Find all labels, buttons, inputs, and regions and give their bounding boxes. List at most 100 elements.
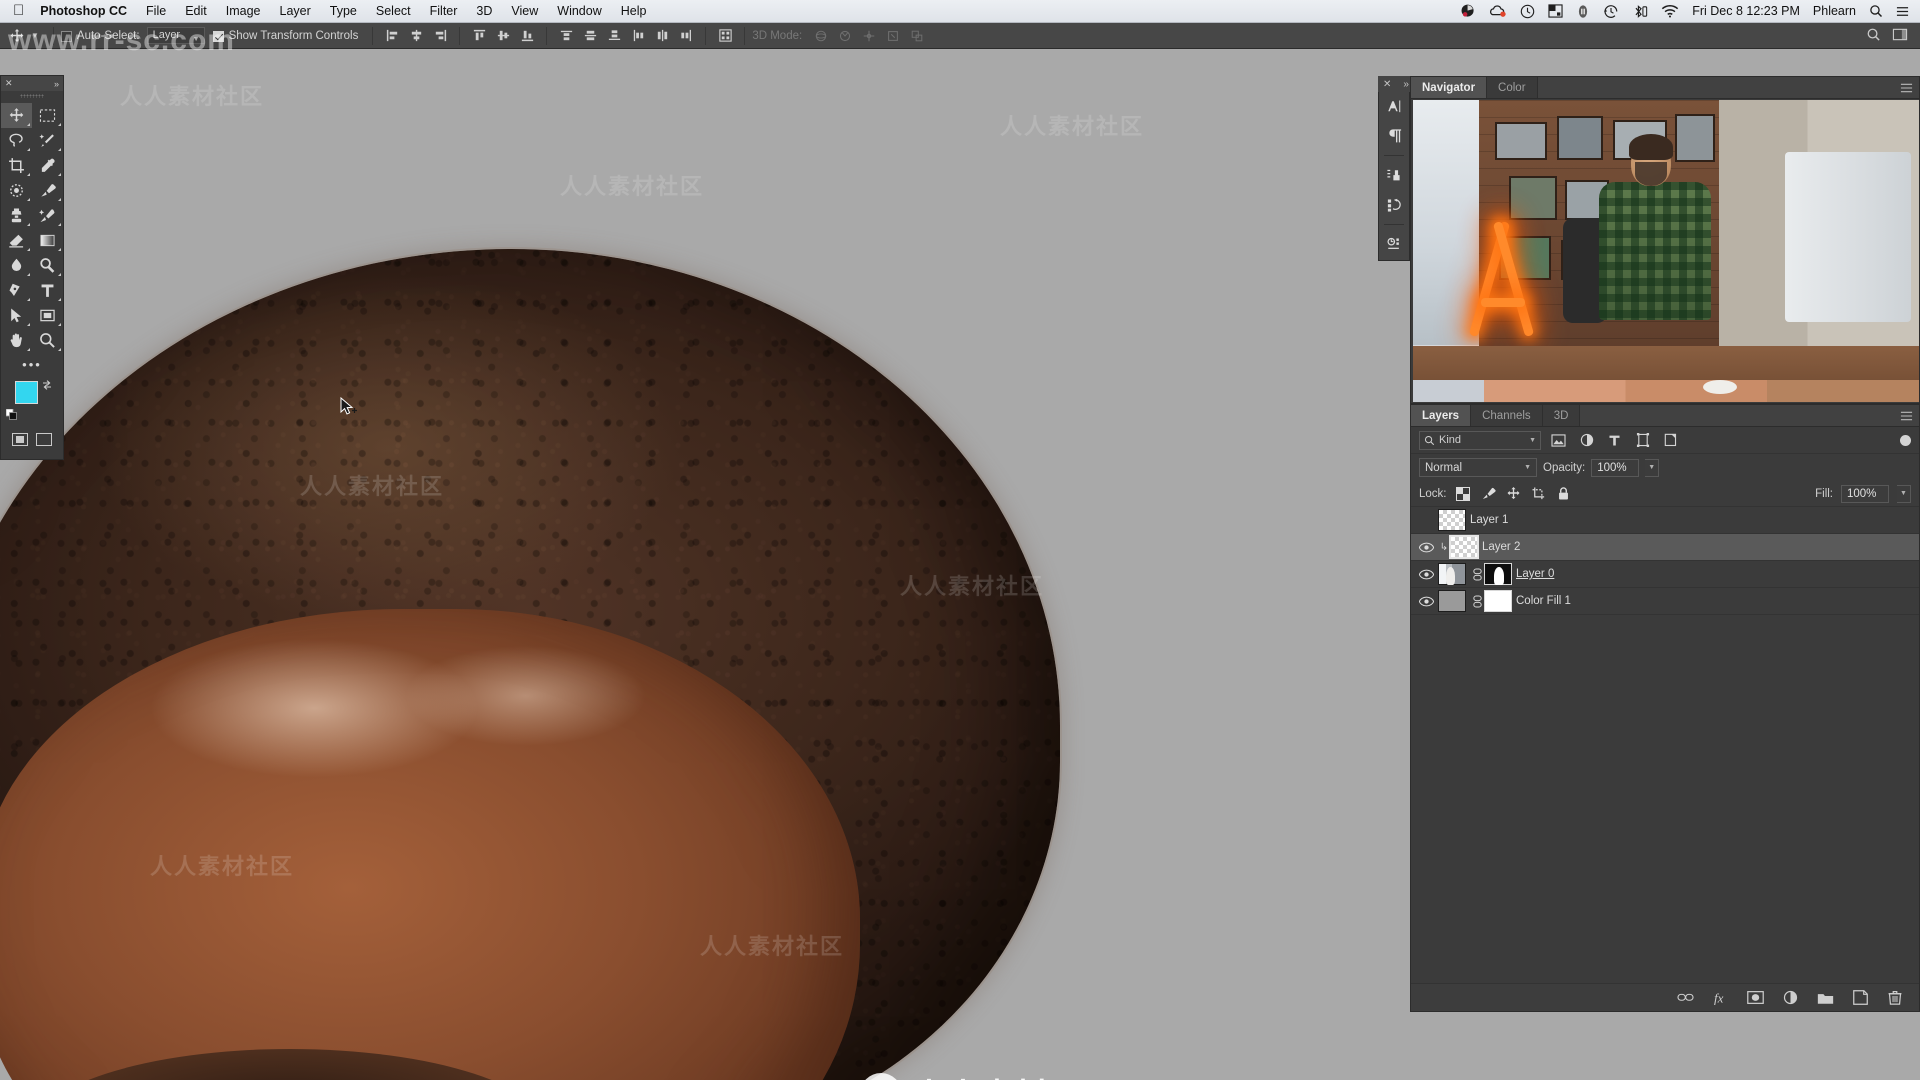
- menu-item-view[interactable]: View: [511, 4, 538, 18]
- scale-3d-icon[interactable]: [905, 26, 929, 46]
- layer-visibility-toggle[interactable]: [1414, 569, 1438, 580]
- history-brush-tool-icon[interactable]: [32, 203, 63, 228]
- align-left-edges-icon[interactable]: [380, 26, 404, 46]
- menu-item-type[interactable]: Type: [330, 4, 357, 18]
- layer-thumbnail[interactable]: [1438, 563, 1466, 585]
- clone-stamp-tool-icon[interactable]: [1, 203, 32, 228]
- filter-adjustment-icon[interactable]: [1576, 431, 1597, 450]
- quick-selection-tool-icon[interactable]: [32, 128, 63, 153]
- blend-mode-dropdown[interactable]: Normal ▼: [1419, 458, 1537, 477]
- layer-name[interactable]: Layer 0: [1516, 568, 1554, 580]
- layer-name[interactable]: Layer 2: [1482, 541, 1520, 553]
- hand-tool-icon[interactable]: [1, 328, 32, 353]
- quick-mask-mode-icon[interactable]: [12, 433, 28, 446]
- opacity-chevron-down-icon[interactable]: ▼: [1645, 458, 1660, 477]
- align-horizontal-centers-icon[interactable]: [404, 26, 428, 46]
- auto-align-layers-icon[interactable]: [713, 26, 737, 46]
- distribute-right-edges-icon[interactable]: [674, 26, 698, 46]
- distribute-vertical-centers-icon[interactable]: [578, 26, 602, 46]
- auto-select-checkbox[interactable]: [60, 31, 72, 42]
- layer-filter-kind-dropdown[interactable]: Kind ▼: [1419, 430, 1541, 450]
- tool-preset-chevron-down-icon[interactable]: ▼: [31, 31, 39, 40]
- distribute-top-edges-icon[interactable]: [554, 26, 578, 46]
- rectangular-marquee-tool-icon[interactable]: [32, 103, 63, 128]
- character-panel-icon[interactable]: [1379, 91, 1409, 121]
- menu-item-filter[interactable]: Filter: [430, 4, 458, 18]
- align-vertical-centers-icon[interactable]: [491, 26, 515, 46]
- menu-item-3d[interactable]: 3D: [476, 4, 492, 18]
- default-colors-icon[interactable]: [5, 407, 17, 420]
- layer-thumbnail[interactable]: [1438, 509, 1466, 531]
- dropbox-icon[interactable]: [1461, 4, 1476, 19]
- properties-panel-icon[interactable]: [1379, 229, 1409, 259]
- time-machine-icon[interactable]: [1603, 4, 1619, 19]
- layer-name[interactable]: Layer 1: [1470, 514, 1508, 526]
- fill-input[interactable]: 100%: [1841, 484, 1889, 503]
- foreground-color-swatch[interactable]: [15, 381, 38, 404]
- add-layer-mask-icon[interactable]: [1746, 989, 1764, 1007]
- crop-tool-icon[interactable]: [1, 153, 32, 178]
- auto-select-scope-dropdown[interactable]: Layer ▼: [146, 27, 205, 44]
- lock-image-pixels-icon[interactable]: [1480, 485, 1497, 502]
- table-row[interactable]: ↳ Layer 2: [1411, 534, 1919, 561]
- table-row[interactable]: Layer 0: [1411, 561, 1919, 588]
- menu-item-image[interactable]: Image: [226, 4, 261, 18]
- lock-all-icon[interactable]: [1555, 485, 1572, 502]
- delete-layer-icon[interactable]: [1886, 989, 1904, 1007]
- clock-icon[interactable]: [1520, 4, 1535, 19]
- close-icon[interactable]: ✕: [5, 78, 13, 89]
- layer-list[interactable]: Layer 1 ↳ Layer 2 Layer 0 Color Fill 1: [1411, 507, 1919, 983]
- rectangle-tool-icon[interactable]: [32, 303, 63, 328]
- search-icon[interactable]: [1869, 4, 1883, 18]
- menu-bar-datetime[interactable]: Fri Dec 8 12:23 PM: [1692, 4, 1800, 18]
- horizontal-type-tool-icon[interactable]: [32, 278, 63, 303]
- battery-icon[interactable]: [1576, 4, 1590, 19]
- slide-3d-icon[interactable]: [881, 26, 905, 46]
- swap-colors-icon[interactable]: [41, 378, 53, 390]
- menu-item-window[interactable]: Window: [557, 4, 601, 18]
- tab-navigator[interactable]: Navigator: [1411, 77, 1488, 98]
- wifi-icon[interactable]: [1661, 4, 1679, 18]
- lock-transparent-pixels-icon[interactable]: [1455, 485, 1472, 502]
- distribute-bottom-edges-icon[interactable]: [602, 26, 626, 46]
- layer-filter-enable-toggle[interactable]: [1900, 434, 1911, 446]
- layer-visibility-toggle[interactable]: [1414, 596, 1438, 607]
- layer-mask-link-icon[interactable]: [1470, 594, 1484, 608]
- workspace-icon[interactable]: [1892, 27, 1908, 45]
- menu-list-icon[interactable]: [1896, 5, 1909, 18]
- lasso-tool-icon[interactable]: [1, 128, 32, 153]
- link-layers-icon[interactable]: [1676, 989, 1694, 1007]
- navigator-thumbnail-preview[interactable]: [1413, 100, 1919, 402]
- add-layer-style-icon[interactable]: fx: [1711, 989, 1729, 1007]
- align-top-edges-icon[interactable]: [467, 26, 491, 46]
- new-adjustment-layer-icon[interactable]: [1781, 989, 1799, 1007]
- menu-bar-user[interactable]: Phlearn: [1813, 4, 1856, 18]
- spot-healing-brush-tool-icon[interactable]: [1, 178, 32, 203]
- close-icon[interactable]: ✕: [1383, 79, 1391, 90]
- tab-layers[interactable]: Layers: [1411, 405, 1472, 426]
- opacity-input[interactable]: 100%: [1591, 458, 1640, 477]
- lock-artboard-nesting-icon[interactable]: [1530, 485, 1547, 502]
- display-arrangement-icon[interactable]: [1548, 4, 1563, 18]
- collapse-panel-icon[interactable]: »: [54, 79, 59, 89]
- filter-pixel-icon[interactable]: [1548, 431, 1569, 450]
- cloud-sync-icon[interactable]: [1489, 4, 1507, 18]
- table-row[interactable]: Color Fill 1: [1411, 588, 1919, 615]
- filter-shape-icon[interactable]: [1632, 431, 1653, 450]
- menu-item-edit[interactable]: Edit: [185, 4, 207, 18]
- layer-thumbnail[interactable]: [1438, 590, 1466, 612]
- menu-item-help[interactable]: Help: [621, 4, 647, 18]
- screen-mode-icon[interactable]: [36, 433, 52, 446]
- layer-thumbnail[interactable]: [1449, 535, 1479, 559]
- pan-3d-icon[interactable]: [857, 26, 881, 46]
- roll-3d-icon[interactable]: [833, 26, 857, 46]
- panel-menu-icon[interactable]: [1900, 77, 1919, 98]
- search-icon[interactable]: [1866, 27, 1881, 45]
- layer-mask-link-icon[interactable]: [1470, 567, 1484, 581]
- blur-tool-icon[interactable]: [1, 253, 32, 278]
- menu-item-select[interactable]: Select: [376, 4, 411, 18]
- filter-type-icon[interactable]: [1604, 431, 1625, 450]
- layer-visibility-toggle[interactable]: [1414, 542, 1438, 553]
- edit-toolbar-icon[interactable]: •••: [1, 353, 63, 375]
- new-group-icon[interactable]: [1816, 989, 1834, 1007]
